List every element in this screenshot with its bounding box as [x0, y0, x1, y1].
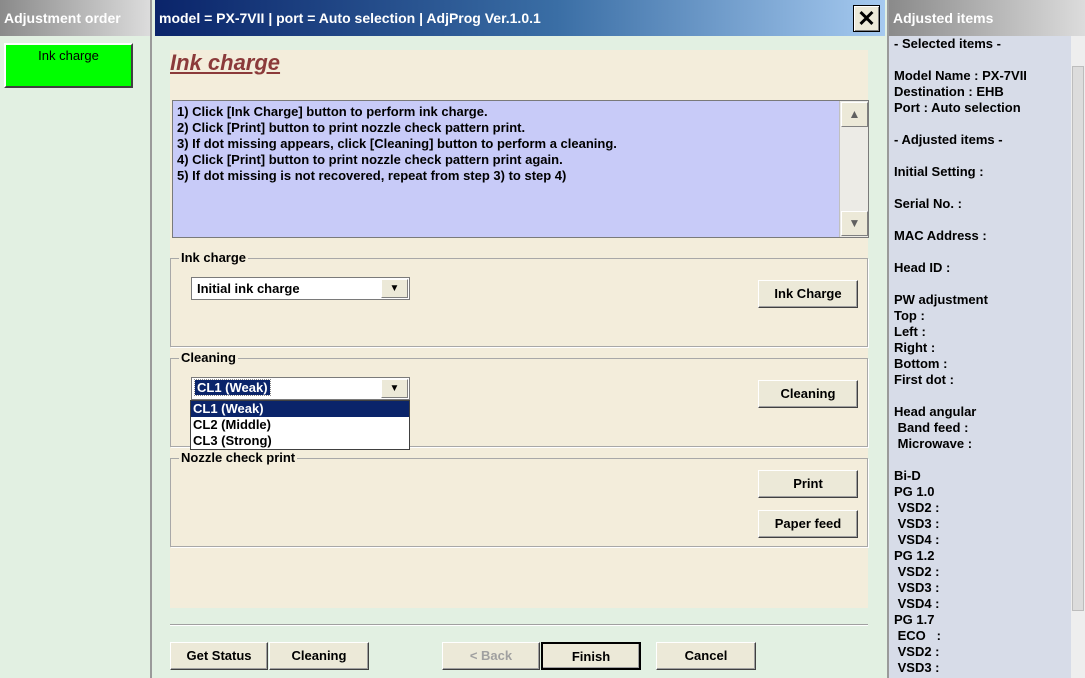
cleaning-group-label: Cleaning [179, 350, 238, 366]
adjusted-items-list: - Selected items - Model Name : PX-7VII De… [894, 36, 1074, 676]
adjusted-item-line: VSD4 : [894, 532, 940, 547]
adjusted-item-line: VSD2 : [894, 564, 940, 579]
instruction-line: 2) Click [Print] button to print nozzle … [177, 120, 526, 135]
adjusted-item-line: Bottom : [894, 356, 948, 371]
adjusted-item-line [894, 244, 1074, 260]
adjusted-item-line [894, 52, 1074, 68]
nozzle-check-group-label: Nozzle check print [179, 450, 298, 466]
cleaning-option-cl1[interactable]: CL1 (Weak) [191, 401, 409, 417]
scroll-down-icon: ▼ [848, 216, 861, 230]
ink-charge-select-value: Initial ink charge [197, 281, 300, 296]
adjusted-item-line: PG 1.7 [894, 612, 935, 627]
cancel-button[interactable]: Cancel [656, 642, 756, 670]
bottom-cleaning-button[interactable]: Cleaning [269, 642, 369, 670]
adjusted-item-line [894, 116, 1074, 132]
adjusted-item-line: VSD3 : [894, 516, 940, 531]
print-button[interactable]: Print [758, 470, 858, 498]
cleaning-button[interactable]: Cleaning [758, 380, 858, 408]
scrollbar-thumb[interactable] [1072, 66, 1084, 611]
instruction-line: 3) If dot missing appears, click [Cleani… [177, 136, 617, 151]
adjustment-dialog: model = PX-7VII | port = Auto selection … [155, 0, 885, 678]
adjusted-item-line: MAC Address : [894, 228, 987, 243]
chevron-down-icon: ▼ [389, 383, 400, 394]
dialog-title-bar: model = PX-7VII | port = Auto selection … [155, 0, 885, 36]
adjusted-item-line: Initial Setting : [894, 164, 984, 179]
scroll-up-button[interactable]: ▲ [841, 102, 868, 127]
chevron-down-icon: ▼ [389, 283, 400, 294]
adjustment-order-header: Adjustment order [0, 0, 150, 36]
adjusted-item-line: Head ID : [894, 260, 951, 275]
adjusted-item-line: Microwave : [894, 436, 973, 451]
adjusted-item-line [894, 452, 1074, 468]
adjusted-item-line: Left : [894, 324, 926, 339]
adjusted-item-line [894, 276, 1074, 292]
adjusted-item-line: Right : [894, 340, 936, 355]
adjusted-item-line: Band feed : [894, 420, 969, 435]
adjusted-item-line: Top : [894, 308, 925, 323]
adjusted-item-line: Destination : EHB [894, 84, 1004, 99]
adjusted-item-line: Bi-D [894, 468, 921, 483]
ink-charge-button[interactable]: Ink Charge [758, 280, 858, 308]
cleaning-dropdown-button[interactable]: ▼ [381, 379, 408, 398]
adjusted-item-line: - Selected items - [894, 36, 1001, 51]
cleaning-option-cl2[interactable]: CL2 (Middle) [191, 417, 409, 433]
adjusted-item-line: VSD2 : [894, 500, 940, 515]
nozzle-check-group: Nozzle check print Print Paper feed [170, 450, 868, 547]
page-title: Ink charge [170, 50, 281, 75]
adjusted-item-line [894, 388, 1074, 404]
instruction-line: 4) Click [Print] button to print nozzle … [177, 152, 563, 167]
adjusted-item-line: PG 1.2 [894, 548, 935, 563]
adjusted-item-line: - Adjusted items - [894, 132, 1003, 147]
adjusted-item-line: Head angular [894, 404, 977, 419]
paper-feed-button[interactable]: Paper feed [758, 510, 858, 538]
adjusted-item-line: Model Name : PX-7VII [894, 68, 1027, 83]
step-ink-charge[interactable]: Ink charge [4, 43, 133, 88]
ink-charge-select[interactable]: Initial ink charge ▼ [191, 277, 410, 300]
adjusted-item-line [894, 212, 1074, 228]
adjusted-item-line: VSD3 : [894, 660, 940, 675]
bottom-separator [170, 624, 868, 626]
adjusted-item-line: Port : Auto selection [894, 100, 1021, 115]
instruction-line: 5) If dot missing is not recovered, repe… [177, 168, 567, 183]
cleaning-option-cl3[interactable]: CL3 (Strong) [191, 433, 409, 449]
cleaning-select-value: CL1 (Weak) [194, 379, 271, 396]
adjusted-item-line: VSD4 : [894, 596, 940, 611]
adjusted-items-header: Adjusted items [889, 0, 1085, 36]
cleaning-select[interactable]: CL1 (Weak) ▼ [191, 377, 410, 400]
cleaning-dropdown-list: CL1 (Weak) CL2 (Middle) CL3 (Strong) [190, 400, 410, 450]
scroll-up-icon: ▲ [848, 107, 861, 121]
close-icon: ✕ [857, 6, 876, 31]
close-button[interactable]: ✕ [853, 5, 880, 32]
back-button[interactable]: < Back [442, 642, 540, 670]
dialog-title: model = PX-7VII | port = Auto selection … [159, 10, 541, 26]
adjusted-items-panel: Adjusted items - Selected items - Model N… [887, 0, 1085, 678]
get-status-button[interactable]: Get Status [170, 642, 268, 670]
adjusted-item-line [894, 180, 1074, 196]
finish-button[interactable]: Finish [541, 642, 641, 670]
instruction-line: 1) Click [Ink Charge] button to perform … [177, 104, 488, 119]
adjusted-item-line: First dot : [894, 372, 954, 387]
adjusted-item-line: ECO : [894, 628, 941, 643]
scroll-down-button[interactable]: ▼ [841, 211, 868, 236]
instructions-scrollbar[interactable]: ▲ ▼ [839, 101, 868, 237]
ink-charge-dropdown-button[interactable]: ▼ [381, 279, 408, 298]
adjusted-item-line: PW adjustment [894, 292, 988, 307]
content-area: Ink charge 1) Click [Ink Charge] button … [170, 50, 869, 608]
adjusted-item-line: VSD3 : [894, 580, 940, 595]
adjusted-item-line [894, 148, 1074, 164]
ink-charge-group-label: Ink charge [179, 250, 249, 266]
instructions-text: 1) Click [Ink Charge] button to perform … [177, 104, 617, 184]
adjusted-items-scrollbar[interactable] [1071, 36, 1085, 678]
ink-charge-group: Ink charge Initial ink charge ▼ Ink Char… [170, 250, 868, 347]
adjusted-item-line: Serial No. : [894, 196, 962, 211]
adjustment-order-panel: Adjustment order Ink charge [0, 0, 152, 678]
instructions-box: 1) Click [Ink Charge] button to perform … [172, 100, 869, 238]
adjusted-item-line: VSD2 : [894, 644, 940, 659]
adjusted-item-line: PG 1.0 [894, 484, 935, 499]
